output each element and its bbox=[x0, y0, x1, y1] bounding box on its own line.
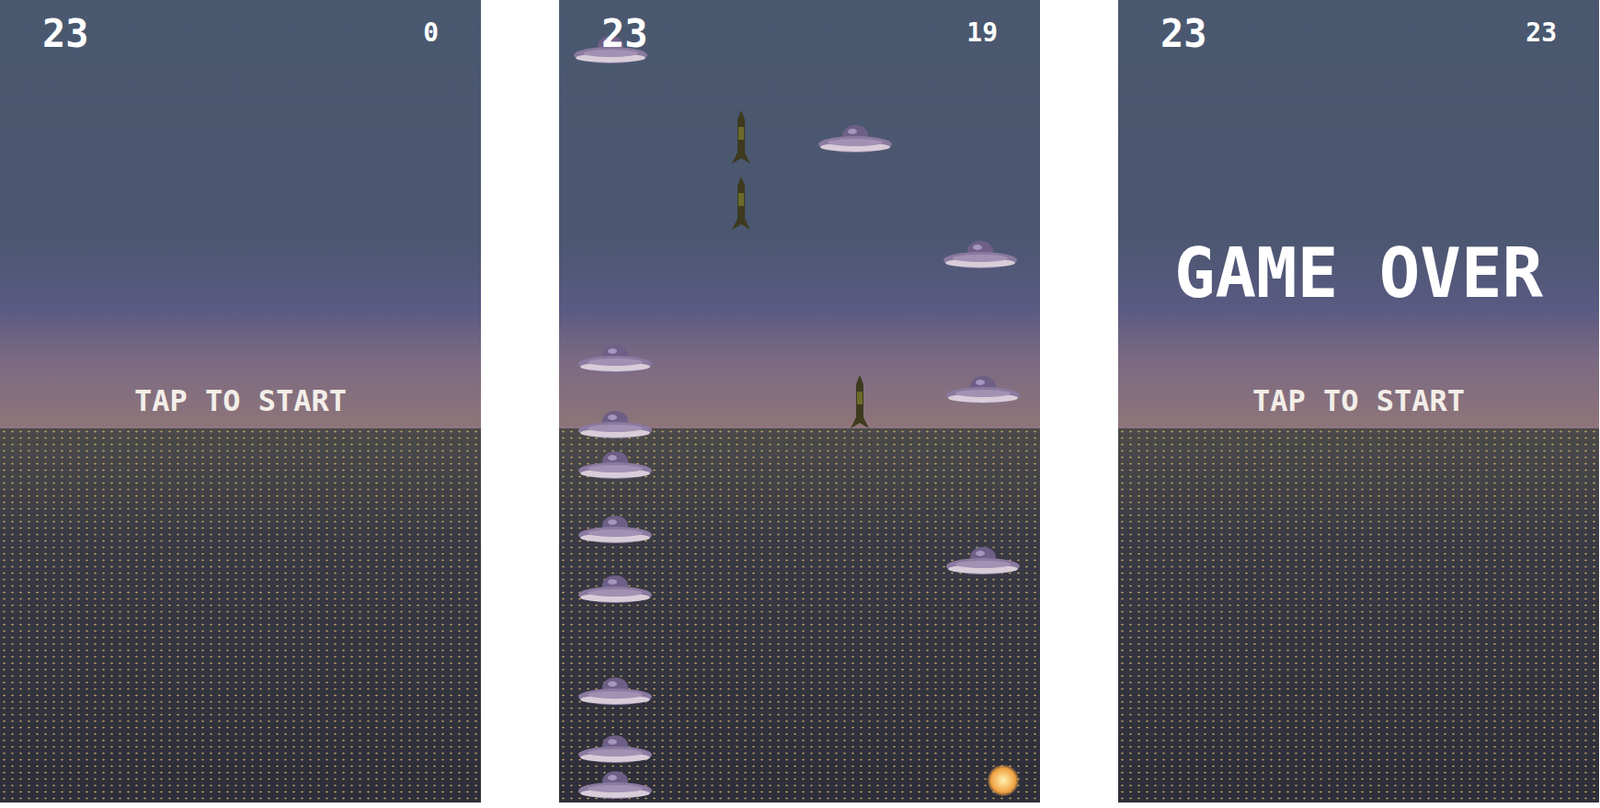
ufo-icon bbox=[944, 373, 1022, 409]
ufo-icon bbox=[576, 572, 654, 608]
screenshots: 23 0 TAP TO START 23 19 23 23 GAME OVER TAP TO S… bbox=[0, 0, 1600, 808]
explosion-icon bbox=[987, 765, 1019, 797]
city bbox=[0, 428, 481, 803]
ufo-icon bbox=[576, 768, 654, 803]
city bbox=[1118, 428, 1600, 803]
score-bar: 23 23 bbox=[1118, 0, 1600, 54]
score-bar: 23 19 bbox=[559, 0, 1040, 54]
best-score: 23 bbox=[601, 14, 649, 54]
tap-to-start[interactable]: TAP TO START bbox=[134, 386, 347, 416]
messages bbox=[559, 415, 1040, 429]
game-over-title: GAME OVER bbox=[1174, 239, 1543, 308]
missile-icon bbox=[731, 108, 752, 168]
ufo-icon bbox=[576, 513, 654, 549]
current-score: 19 bbox=[966, 14, 998, 46]
score-bar: 23 0 bbox=[0, 0, 481, 54]
current-score: 0 bbox=[422, 14, 439, 46]
ufo-icon bbox=[576, 342, 654, 378]
ufo-icon bbox=[816, 122, 894, 158]
messages: GAME OVER TAP TO START bbox=[1118, 239, 1600, 429]
tap-to-start[interactable]: TAP TO START bbox=[1252, 386, 1465, 416]
game-screen[interactable]: 23 0 TAP TO START bbox=[0, 0, 481, 803]
messages: TAP TO START bbox=[0, 386, 481, 429]
sky: 23 23 GAME OVER TAP TO START bbox=[1118, 0, 1600, 429]
game-screen[interactable]: 23 23 GAME OVER TAP TO START bbox=[1118, 0, 1600, 803]
missile-icon bbox=[731, 174, 752, 234]
best-score: 23 bbox=[1160, 14, 1208, 54]
current-score: 23 bbox=[1525, 14, 1557, 46]
ufo-icon bbox=[576, 732, 654, 768]
sky: 23 0 TAP TO START bbox=[0, 0, 481, 429]
ufo-icon bbox=[944, 544, 1022, 580]
best-score: 23 bbox=[42, 14, 90, 54]
game-screen[interactable]: 23 19 bbox=[559, 0, 1040, 803]
ufo-icon bbox=[941, 238, 1019, 274]
city bbox=[559, 428, 1040, 803]
ufo-icon bbox=[576, 674, 654, 710]
missile-icon bbox=[849, 373, 870, 433]
ufo-icon bbox=[576, 448, 654, 484]
ufo-icon bbox=[576, 408, 654, 444]
